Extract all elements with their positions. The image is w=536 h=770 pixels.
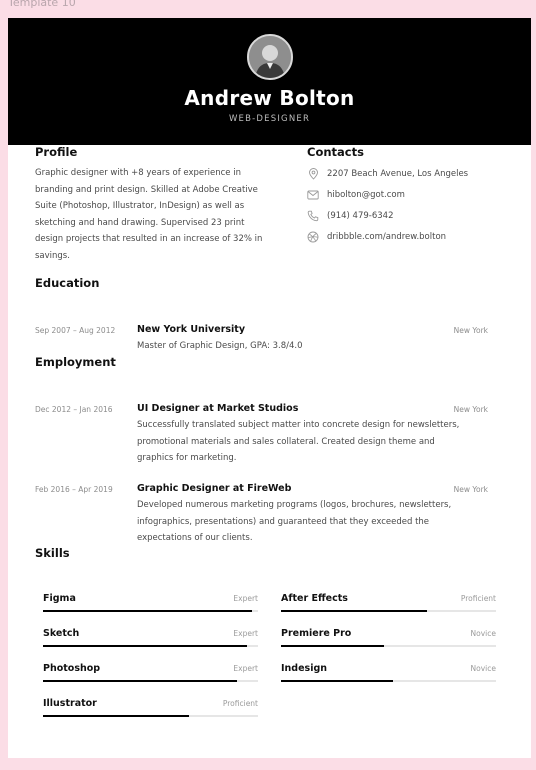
resume-name: Andrew Bolton — [184, 86, 355, 110]
entry-description: Successfully translated subject matter i… — [137, 417, 488, 467]
skill-figma: Figma Expert — [43, 593, 258, 621]
entry-line: Master of Graphic Design, GPA: 3.8/4.0 — [137, 341, 303, 351]
contact-text: 2207 Beach Avenue, Los Angeles — [327, 168, 469, 179]
skill-bar-track — [43, 610, 258, 612]
contact-text: dribbble.com/andrew.bolton — [327, 231, 447, 242]
entry-description: Master of Graphic Design, GPA: 3.8/4.0 — [137, 338, 488, 355]
skill-illustrator: Illustrator Proficient — [43, 698, 258, 726]
skill-name: Illustrator — [43, 698, 97, 709]
entry-location: New York — [453, 326, 488, 335]
skill-bar-fill — [281, 645, 385, 647]
skill-bar-track — [43, 680, 258, 682]
skill-bar-fill — [43, 715, 190, 717]
skill-level: Expert — [233, 664, 258, 673]
contact-text: (914) 479-6342 — [327, 210, 394, 221]
template-label: Template 10 — [8, 0, 76, 9]
skill-bar-fill — [43, 645, 248, 647]
profile-line: savings. — [35, 250, 70, 261]
skill-name: Sketch — [43, 628, 80, 639]
profile-line: Graphic designer with +8 years of experi… — [35, 168, 241, 178]
entry-description: Developed numerous marketing programs (l… — [137, 497, 488, 547]
skill-indesign: Indesign Novice — [281, 663, 496, 691]
entry-heading: New York University — [137, 324, 246, 335]
contact-phone[interactable]: (914) 479-6342 — [307, 205, 497, 226]
avatar — [246, 34, 293, 80]
skill-bar-fill — [43, 610, 252, 612]
profile-line: branding and print design. Skilled at Ad… — [35, 184, 258, 195]
contacts-section: Contacts 2207 Beach Avenue, Los Angeles … — [307, 145, 497, 247]
location-pin-icon — [307, 167, 319, 180]
skill-premiere-pro: Premiere Pro Novice — [281, 628, 496, 656]
phone-icon — [307, 210, 319, 222]
entry-line: Successfully translated subject matter i… — [137, 420, 460, 430]
mail-icon — [307, 189, 319, 201]
contacts-title: Contacts — [307, 145, 364, 159]
entry-date: Sep 2007 – Aug 2012 — [35, 326, 116, 335]
skill-level: Novice — [470, 629, 496, 638]
skill-name: Premiere Pro — [281, 628, 352, 639]
skill-name: Figma — [43, 593, 76, 604]
contacts-list: 2207 Beach Avenue, Los Angeles hibolton@… — [307, 163, 497, 247]
skill-bar-track — [281, 645, 496, 647]
entry-line: expectations of our clients. — [137, 533, 253, 543]
skill-level: Novice — [470, 664, 496, 673]
skill-bar-track — [281, 680, 496, 682]
skill-name: Photoshop — [43, 663, 101, 674]
profile-section: Profile Graphic designer with +8 years o… — [35, 145, 281, 264]
resume-role: WEB-DESIGNER — [228, 114, 311, 124]
entry-line: graphics for marketing. — [137, 453, 237, 463]
skill-bar-track — [43, 645, 258, 647]
entry-line: infographics, presentations) and guarant… — [137, 516, 430, 527]
skill-bar-fill — [43, 680, 237, 682]
skill-sketch: Sketch Expert — [43, 628, 258, 656]
contact-dribbble[interactable]: dribbble.com/andrew.bolton — [307, 226, 497, 247]
skill-name: After Effects — [281, 593, 348, 604]
skill-level: Proficient — [222, 699, 258, 708]
skill-bar-fill — [281, 610, 428, 612]
profile-text: Graphic designer with +8 years of experi… — [35, 165, 281, 264]
profile-title: Profile — [35, 145, 78, 159]
skill-bar-track — [43, 715, 258, 717]
contact-address: 2207 Beach Avenue, Los Angeles — [307, 163, 497, 184]
skill-name: Indesign — [281, 663, 328, 674]
entry-line: promotional materials and sales collater… — [137, 436, 435, 447]
contact-email[interactable]: hibolton@got.com — [307, 184, 497, 205]
entry-heading: Graphic Designer at FireWeb — [137, 483, 292, 494]
skill-level: Expert — [233, 594, 258, 603]
avatar-photo — [248, 36, 291, 78]
resume-header: Andrew Bolton WEB-DESIGNER — [8, 18, 531, 145]
entry-location: New York — [453, 405, 488, 414]
education-title: Education — [35, 276, 100, 290]
skill-bar-track — [281, 610, 496, 612]
skill-level: Proficient — [460, 594, 496, 603]
entry-line: Developed numerous marketing programs (l… — [137, 500, 452, 510]
skills-title: Skills — [35, 546, 70, 560]
dribbble-icon — [307, 231, 319, 243]
skill-level: Expert — [233, 629, 258, 638]
profile-line: Suite (Photoshop, Illustrator, InDesign)… — [35, 201, 245, 211]
entry-date: Feb 2016 – Apr 2019 — [35, 485, 113, 494]
profile-line: design projects that resulted in an incr… — [35, 234, 263, 244]
entry-date: Dec 2012 – Jan 2016 — [35, 405, 113, 414]
entry-heading: UI Designer at Market Studios — [137, 403, 299, 414]
contact-text: hibolton@got.com — [327, 189, 405, 200]
entry-location: New York — [453, 485, 488, 494]
employment-title: Employment — [35, 355, 116, 369]
skill-bar-fill — [281, 680, 393, 682]
skill-photoshop: Photoshop Expert — [43, 663, 258, 691]
profile-line: sketching and hand drawing. Supervised 2… — [35, 217, 245, 228]
skill-after-effects: After Effects Proficient — [281, 593, 496, 621]
